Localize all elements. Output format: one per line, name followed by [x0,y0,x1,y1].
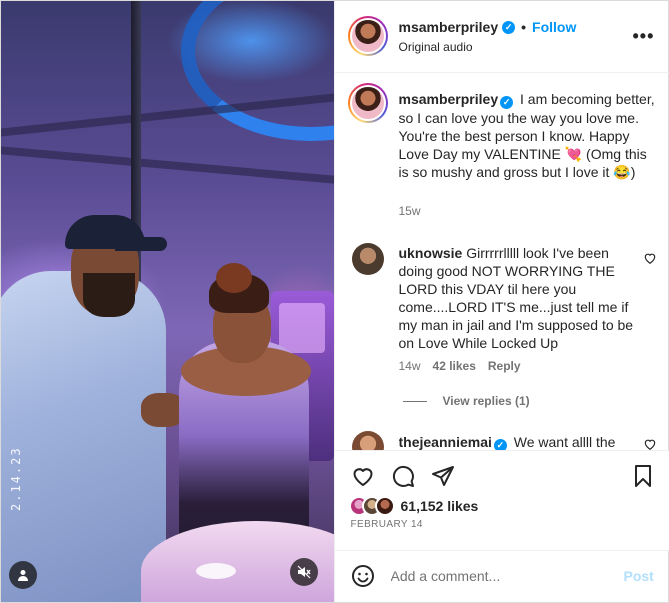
add-comment-bar: Post [334,550,669,602]
post-comment-button[interactable]: Post [624,568,654,584]
replies-divider [402,400,427,402]
view-replies-button[interactable]: View replies (1) [402,394,530,408]
man-beard [83,273,135,317]
caption-username[interactable]: msamberpriley [399,91,499,107]
likes-count[interactable]: 61,152 likes [401,498,479,514]
follow-button[interactable]: Follow [532,19,576,35]
tagged-users-button[interactable] [9,561,37,589]
comment: uknowsie Girrrrrlllll look I've been doi… [399,244,635,352]
woman-hair-bun [216,263,252,293]
emoji-smiley-icon[interactable] [351,564,375,588]
man-cap [65,215,167,251]
speaker-muted-icon [297,565,311,579]
post-date[interactable]: FEBRUARY 14 [351,519,423,530]
share-paper-plane-icon[interactable] [431,464,455,488]
liker-avatar [374,496,395,516]
author-avatar[interactable] [347,16,388,56]
liked-by-avatars[interactable] [348,496,405,516]
user-icon [18,570,28,581]
author-row: msamberpriley ✓ • Follow [399,19,577,35]
commenter-avatar[interactable] [351,243,384,275]
separator-dot: • [521,19,527,35]
video-date-stamp: 2.14.23 [9,446,23,511]
comment-input[interactable] [390,565,611,587]
comment-likes[interactable]: 42 likes [433,359,476,373]
author-username[interactable]: msamberpriley [399,19,499,35]
caption-timestamp[interactable]: 15w [399,204,421,218]
view-replies-label: View replies (1) [442,394,530,408]
comment-username[interactable]: thejeanniemai [399,434,492,450]
ceiling-beam [1,146,334,184]
instagram-post: 2.14.23 msamberpriley ✓ • Follow Origina… [0,0,669,603]
audio-label[interactable]: Original audio [399,40,473,54]
mute-button[interactable] [290,558,318,586]
caption-author-avatar[interactable] [347,83,388,123]
neon-ring-light [181,1,334,141]
man-figure [1,271,166,602]
comment-like-heart-icon[interactable] [643,251,657,265]
verified-badge-icon: ✓ [502,20,516,34]
comment-text: We want allll the [513,434,616,450]
more-options-button[interactable]: ••• [633,27,655,45]
comment: thejeanniemai ✓ We want allll the [399,433,635,451]
comment-username[interactable]: uknowsie [399,245,463,261]
post-caption: msamberpriley ✓ I am becoming better, so … [399,90,659,181]
comment-timestamp[interactable]: 14w [399,359,421,373]
post-details-panel: msamberpriley ✓ • Follow Original audio … [333,1,669,602]
post-header: msamberpriley ✓ • Follow Original audio … [334,1,669,73]
like-heart-icon[interactable] [351,464,375,488]
reply-button[interactable]: Reply [488,359,521,373]
verified-badge-icon: ✓ [500,96,514,109]
comment-like-heart-icon[interactable] [643,437,657,451]
save-bookmark-icon[interactable] [631,464,655,488]
post-video[interactable]: 2.14.23 [1,1,334,602]
post-actions: 61,152 likes FEBRUARY 14 [334,450,669,550]
comment-bubble-icon[interactable] [391,464,415,488]
comment-meta: 14w 42 likes Reply [399,359,521,373]
